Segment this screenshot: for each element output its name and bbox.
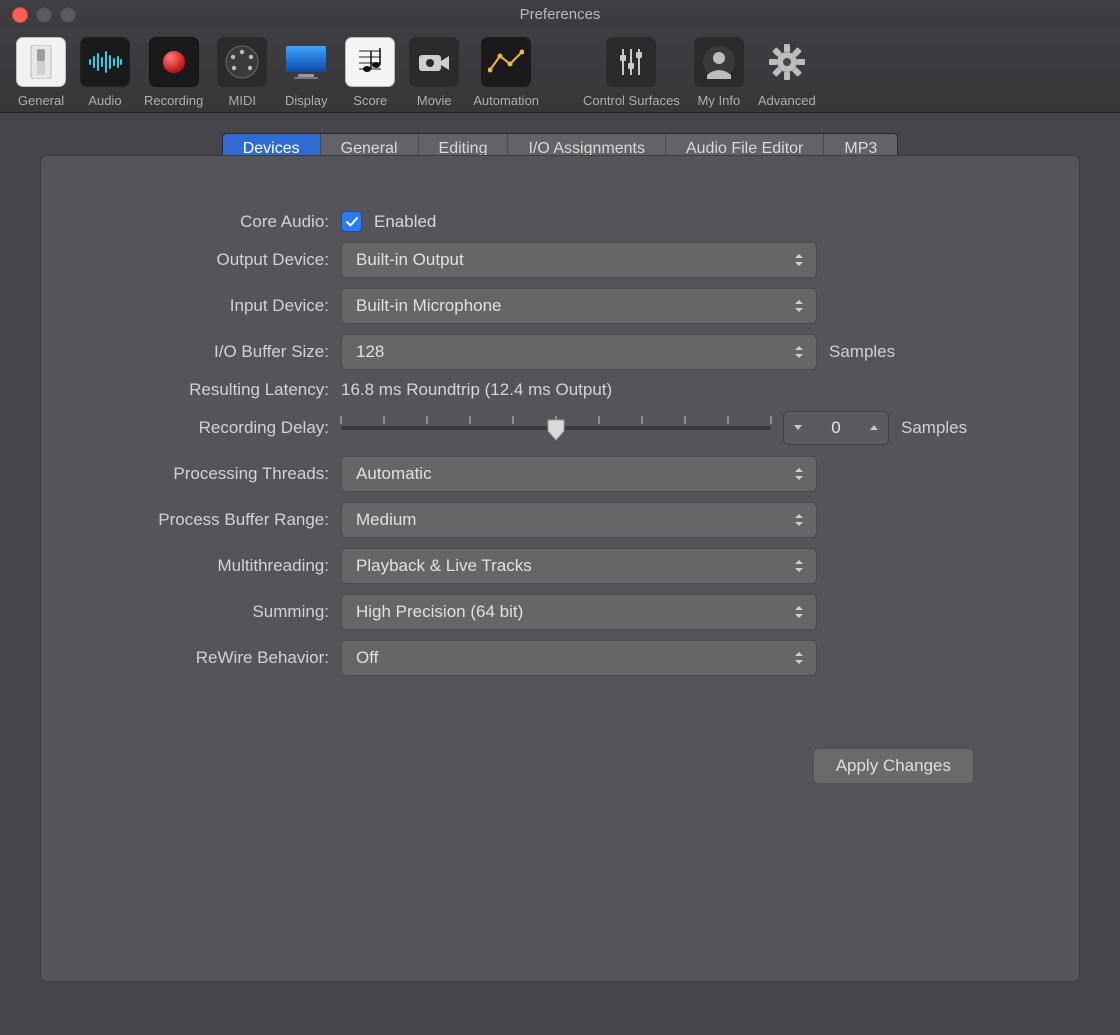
- sliders-icon: [617, 45, 645, 79]
- devices-panel: Core Audio: Enabled Output Device: Built…: [40, 155, 1080, 982]
- apply-changes-button[interactable]: Apply Changes: [813, 748, 974, 784]
- core-audio-checkbox[interactable]: [341, 211, 362, 232]
- devices-form: Core Audio: Enabled Output Device: Built…: [41, 211, 1079, 676]
- toolbar-item-movie[interactable]: Movie: [403, 37, 465, 108]
- latency-value: 16.8 ms Roundtrip (12.4 ms Output): [341, 380, 612, 400]
- content-area: Devices General Editing I/O Assignments …: [0, 113, 1120, 1035]
- recording-delay-suffix: Samples: [901, 418, 967, 438]
- chevron-updown-icon: [792, 599, 806, 625]
- toolbar-item-display[interactable]: Display: [275, 37, 337, 108]
- multithreading-select[interactable]: Playback & Live Tracks: [341, 548, 817, 584]
- record-icon: [160, 48, 188, 76]
- midi-icon: [224, 44, 260, 80]
- core-audio-label: Core Audio:: [41, 212, 341, 232]
- slider-thumb[interactable]: [547, 419, 565, 439]
- movie-icon: [417, 49, 451, 75]
- input-device-label: Input Device:: [41, 296, 341, 316]
- multithreading-label: Multithreading:: [41, 556, 341, 576]
- output-device-label: Output Device:: [41, 250, 341, 270]
- recording-delay-slider[interactable]: [341, 410, 771, 446]
- preferences-window: Preferences General: [0, 0, 1120, 1035]
- gear-icon: [769, 44, 805, 80]
- toolbar-item-general[interactable]: General: [10, 37, 72, 108]
- toolbar-item-automation[interactable]: Automation: [467, 37, 545, 108]
- output-device-select[interactable]: Built-in Output: [341, 242, 817, 278]
- chevron-updown-icon: [792, 507, 806, 533]
- chevron-updown-icon: [792, 461, 806, 487]
- core-audio-text: Enabled: [374, 212, 436, 232]
- processing-threads-select[interactable]: Automatic: [341, 456, 817, 492]
- summing-value: High Precision (64 bit): [356, 602, 523, 622]
- chevron-updown-icon: [792, 645, 806, 671]
- stepper-down-button[interactable]: [784, 412, 812, 444]
- io-buffer-label: I/O Buffer Size:: [41, 342, 341, 362]
- processing-threads-value: Automatic: [356, 464, 432, 484]
- io-buffer-value: 128: [356, 342, 384, 362]
- recording-delay-stepper[interactable]: 0: [783, 411, 889, 445]
- score-icon: [357, 45, 383, 79]
- process-buffer-range-select[interactable]: Medium: [341, 502, 817, 538]
- stepper-up-button[interactable]: [860, 412, 888, 444]
- io-buffer-suffix: Samples: [829, 342, 895, 362]
- preferences-toolbar: General Audio: [0, 29, 1120, 113]
- window-title: Preferences: [520, 6, 601, 23]
- display-icon: [284, 44, 328, 80]
- toolbar-item-control-surfaces[interactable]: Control Surfaces: [577, 37, 686, 108]
- rewire-value: Off: [356, 648, 378, 668]
- process-buffer-range-value: Medium: [356, 510, 416, 530]
- latency-label: Resulting Latency:: [41, 380, 341, 400]
- toolbar-item-audio[interactable]: Audio: [74, 37, 136, 108]
- recording-delay-label: Recording Delay:: [41, 418, 341, 438]
- waveform-icon: [87, 50, 123, 74]
- summing-select[interactable]: High Precision (64 bit): [341, 594, 817, 630]
- multithreading-value: Playback & Live Tracks: [356, 556, 532, 576]
- rewire-select[interactable]: Off: [341, 640, 817, 676]
- maximize-icon[interactable]: [60, 7, 76, 23]
- apply-changes-container: Apply Changes: [813, 748, 974, 784]
- summing-label: Summing:: [41, 602, 341, 622]
- process-buffer-range-label: Process Buffer Range:: [41, 510, 341, 530]
- chevron-updown-icon: [792, 339, 806, 365]
- minimize-icon[interactable]: [36, 7, 52, 23]
- toolbar-item-my-info[interactable]: My Info: [688, 37, 750, 108]
- person-icon: [702, 45, 736, 79]
- toolbar-item-score[interactable]: Score: [339, 37, 401, 108]
- automation-icon: [488, 48, 524, 76]
- switch-icon: [29, 45, 53, 79]
- rewire-label: ReWire Behavior:: [41, 648, 341, 668]
- io-buffer-select[interactable]: 128: [341, 334, 817, 370]
- chevron-updown-icon: [792, 553, 806, 579]
- input-device-select[interactable]: Built-in Microphone: [341, 288, 817, 324]
- recording-delay-value: 0: [812, 418, 860, 438]
- output-device-value: Built-in Output: [356, 250, 464, 270]
- chevron-updown-icon: [792, 247, 806, 273]
- toolbar-item-midi[interactable]: MIDI: [211, 37, 273, 108]
- titlebar: Preferences: [0, 0, 1120, 29]
- check-icon: [345, 215, 359, 229]
- close-icon[interactable]: [12, 7, 28, 23]
- toolbar-item-recording[interactable]: Recording: [138, 37, 209, 108]
- toolbar-item-advanced[interactable]: Advanced: [752, 37, 822, 108]
- processing-threads-label: Processing Threads:: [41, 464, 341, 484]
- window-controls: [12, 7, 76, 23]
- input-device-value: Built-in Microphone: [356, 296, 502, 316]
- chevron-updown-icon: [792, 293, 806, 319]
